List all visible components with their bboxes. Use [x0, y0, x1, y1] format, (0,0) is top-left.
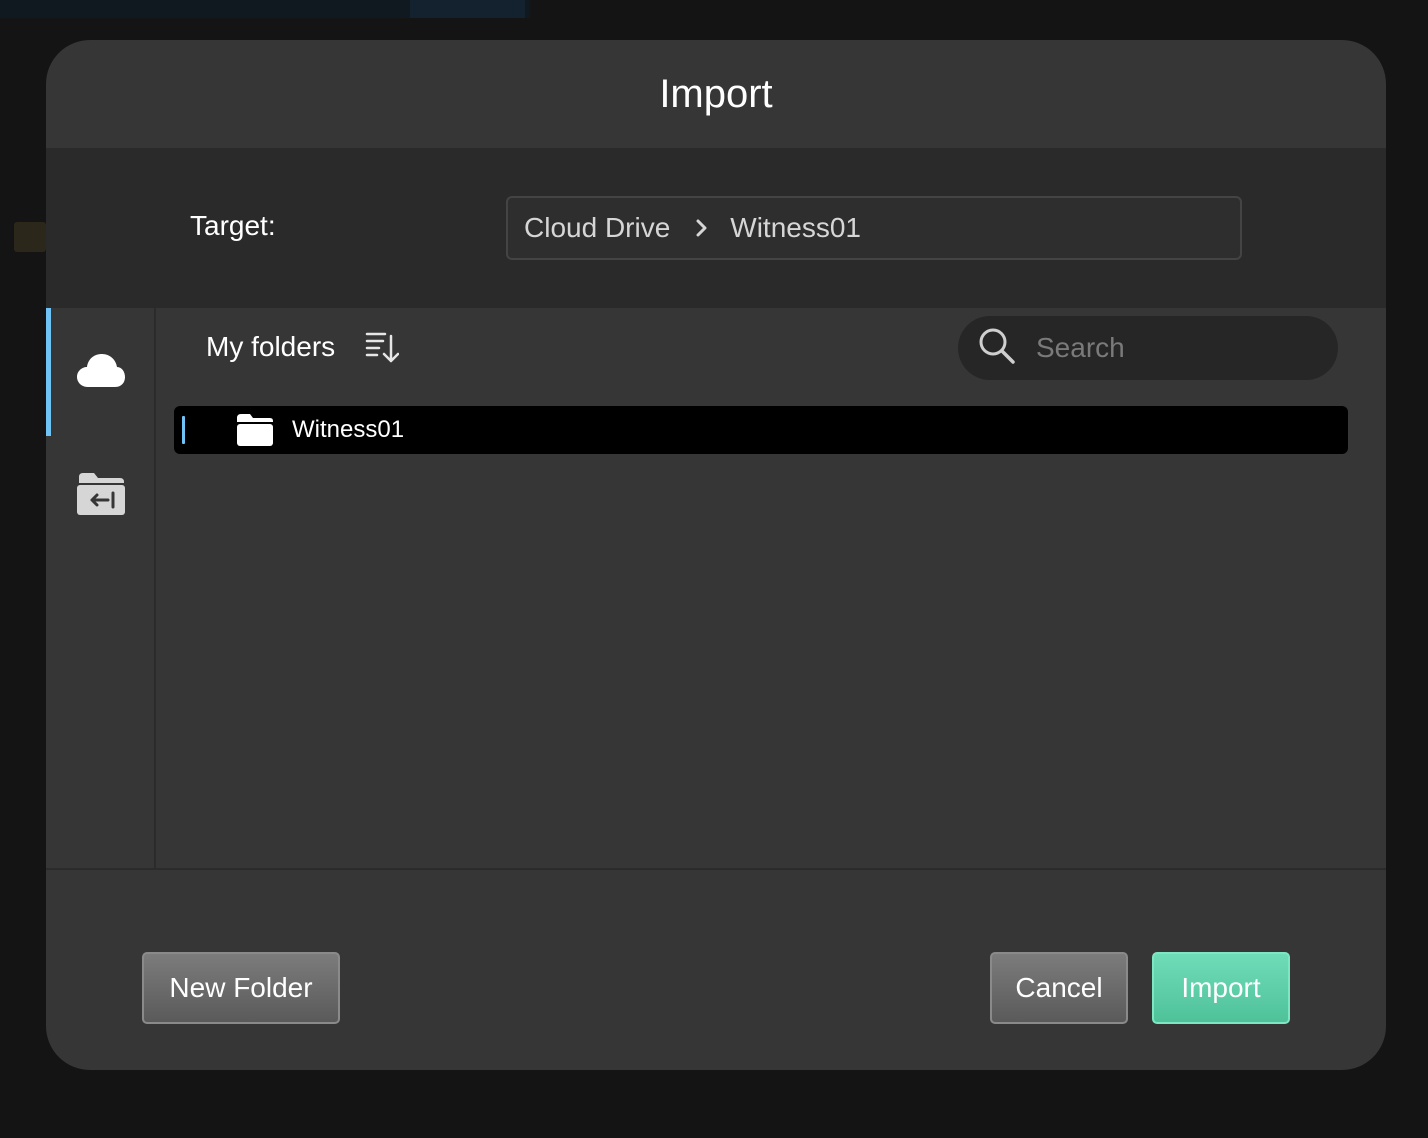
- folder-name: Witness01: [292, 416, 405, 443]
- target-row: Target: Cloud Drive Witness01: [46, 148, 1386, 308]
- rail-item-cloud[interactable]: [46, 308, 156, 436]
- background-folder-icon: [14, 222, 46, 252]
- folder-icon: [236, 413, 274, 452]
- dialog-header: Import: [46, 40, 1386, 148]
- list-title: My folders: [206, 331, 336, 362]
- import-button[interactable]: Import: [1152, 952, 1290, 1024]
- cancel-button[interactable]: Cancel: [990, 952, 1128, 1024]
- dialog-footer: New Folder Cancel Import: [46, 868, 1386, 1070]
- chevron-right-icon: [696, 219, 708, 237]
- sort-descending-icon[interactable]: [365, 330, 400, 364]
- target-path-breadcrumb: Cloud Drive Witness01: [506, 196, 1242, 260]
- list-item[interactable]: Witness01: [174, 406, 1348, 454]
- import-dialog: Import Target: Cloud Drive Witness01 My …: [46, 40, 1386, 1070]
- breadcrumb-item-cloud-drive[interactable]: Cloud Drive: [524, 212, 670, 244]
- dialog-body: My folders Search Witness01: [46, 308, 1386, 868]
- active-indicator: [46, 308, 51, 436]
- selection-marker: [182, 416, 185, 444]
- rail-item-import-folder[interactable]: [46, 436, 156, 556]
- search-field: [958, 316, 1338, 380]
- dialog-title: Import: [659, 71, 773, 116]
- breadcrumb-item-witness01[interactable]: Witness01: [730, 212, 861, 244]
- list-header: My folders: [206, 330, 400, 364]
- target-label: Target:: [190, 210, 276, 241]
- background-topbar-accent: [410, 0, 525, 18]
- source-rail: [46, 308, 156, 868]
- search-icon: [978, 327, 1016, 370]
- folder-browser: My folders Search Witness01: [158, 308, 1386, 868]
- search-input[interactable]: [1036, 332, 1316, 364]
- import-folder-icon: [76, 471, 126, 522]
- new-folder-button[interactable]: New Folder: [142, 952, 340, 1024]
- cloud-icon: [76, 352, 126, 393]
